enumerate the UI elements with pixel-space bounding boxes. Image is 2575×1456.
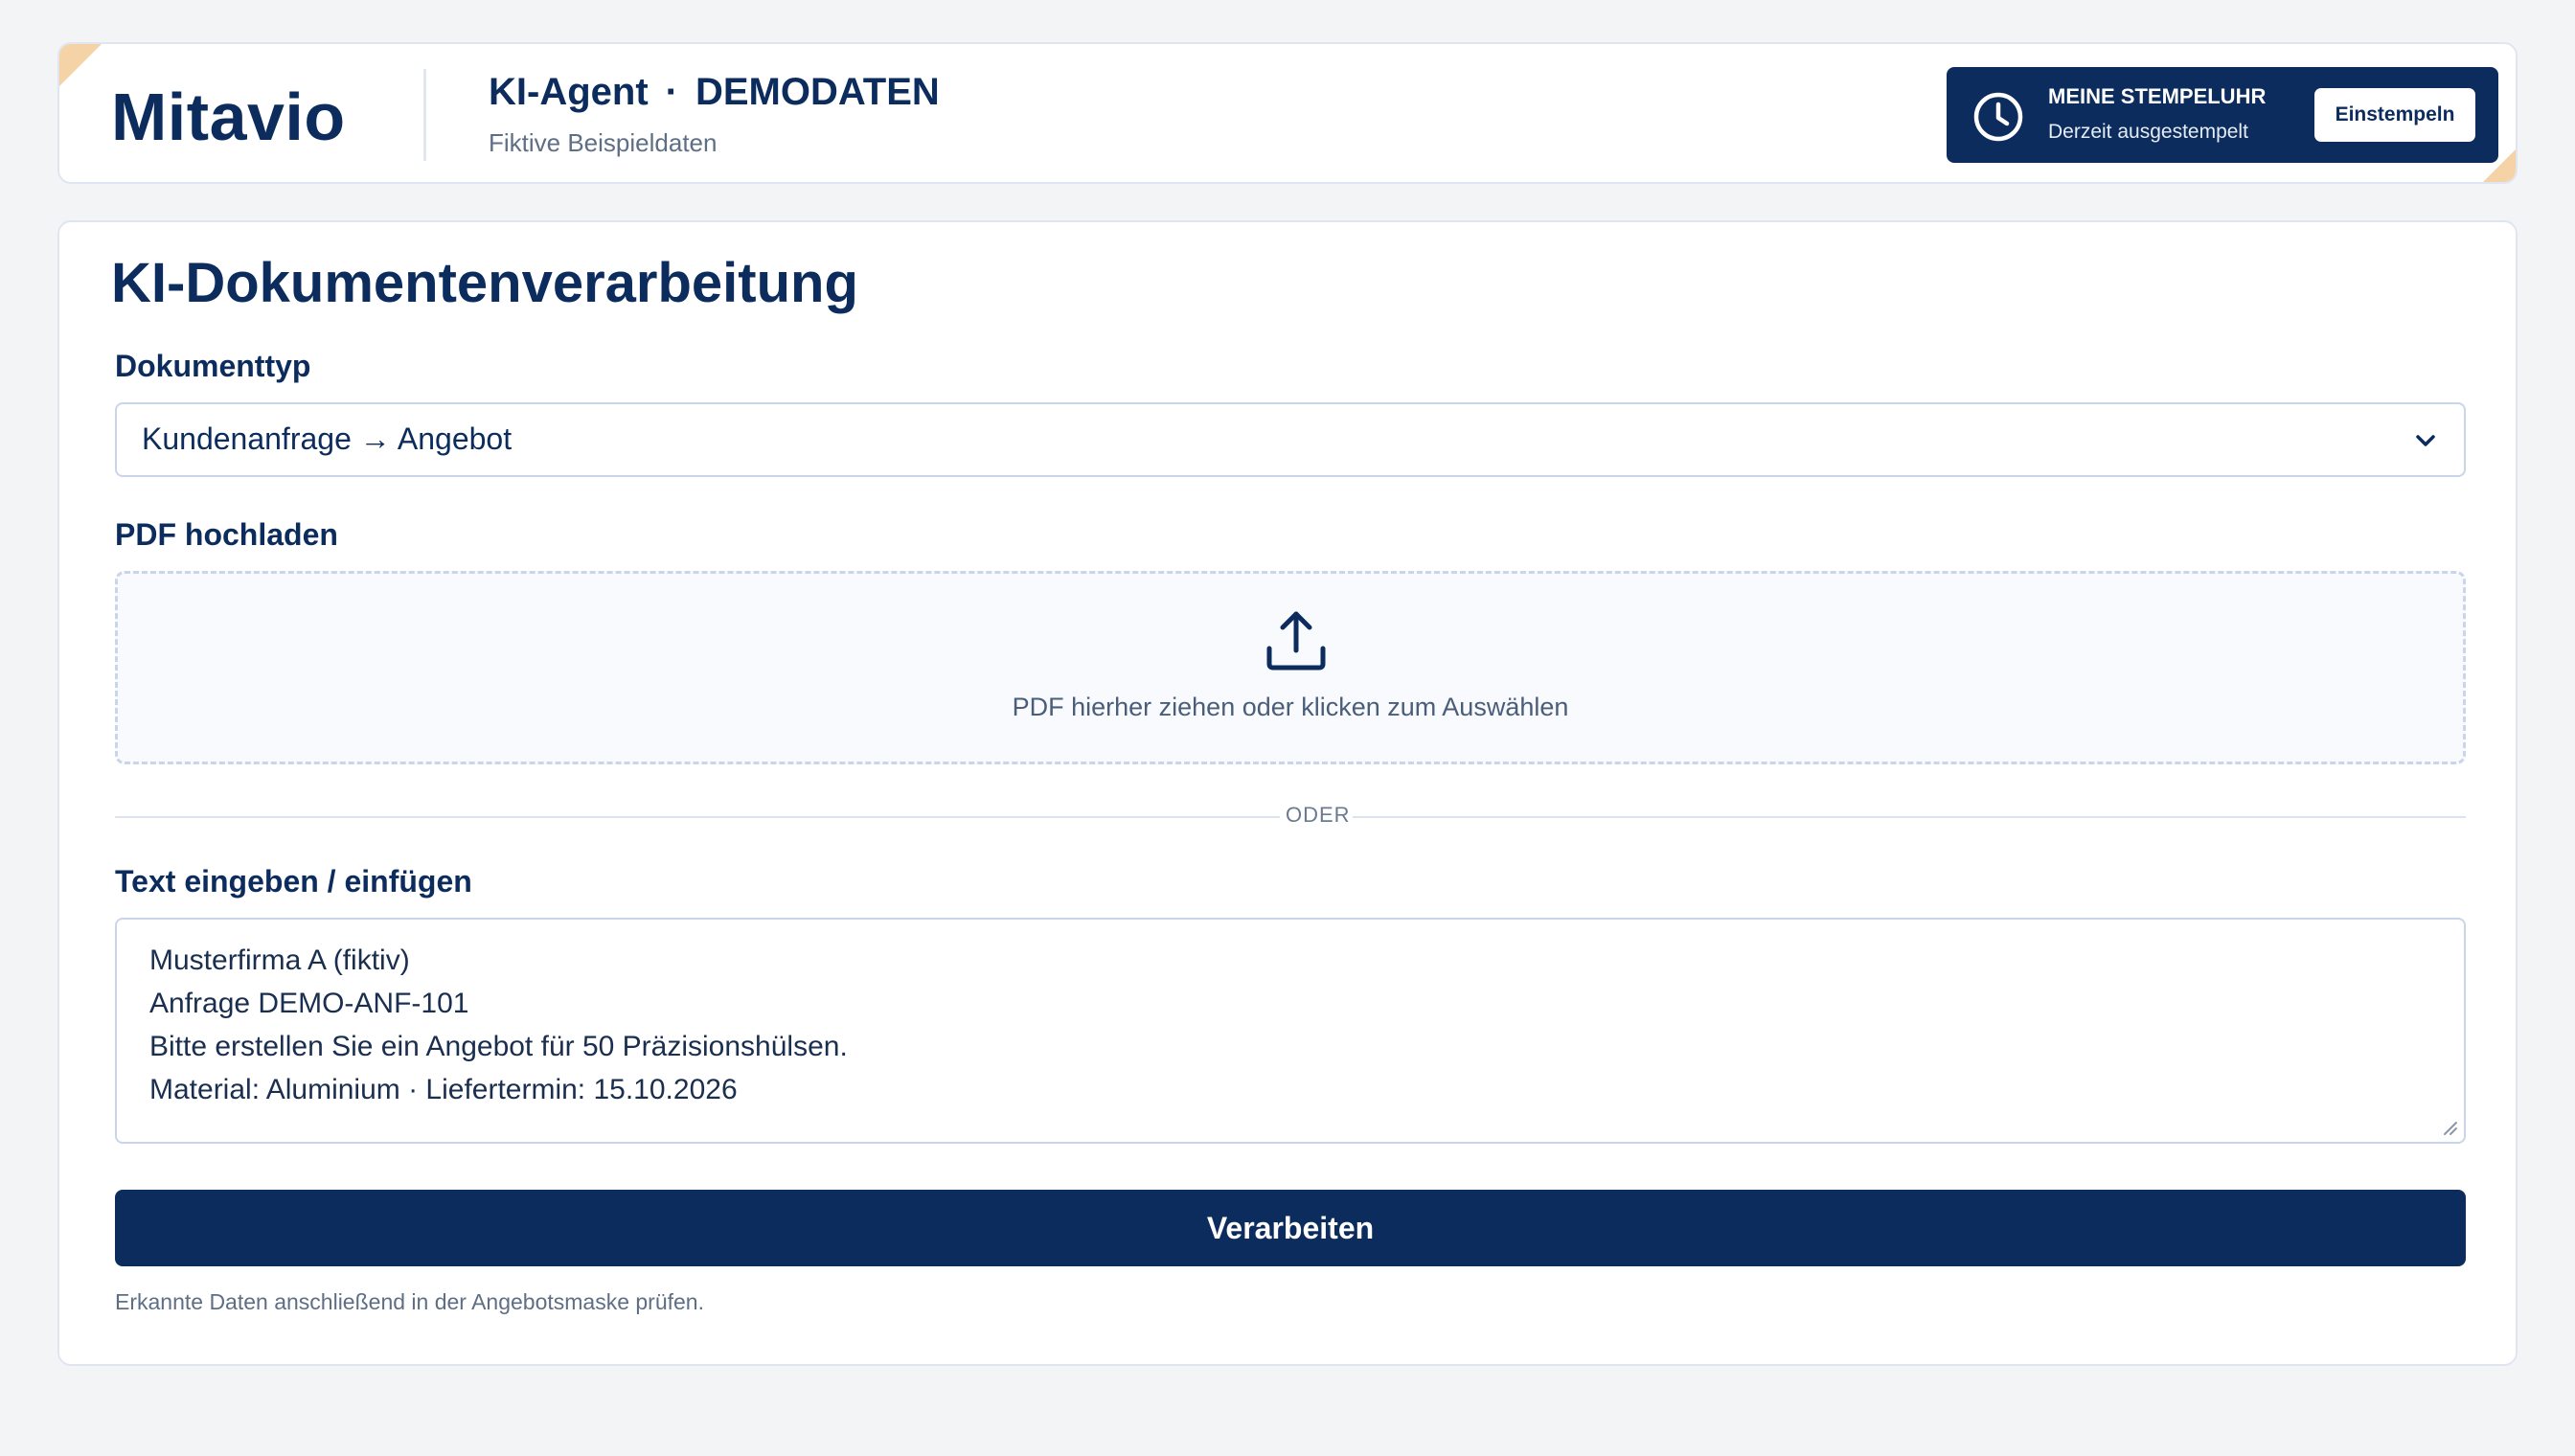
text-input-area[interactable]: Musterfirma A (fiktiv) Anfrage DEMO-ANF-… xyxy=(115,918,2466,1144)
pdf-dropzone[interactable]: PDF hierher ziehen oder klicken zum Ausw… xyxy=(115,571,2466,764)
verarbeiten-button[interactable]: Verarbeiten xyxy=(115,1190,2466,1266)
agent-label: KI-Agent xyxy=(489,71,649,113)
demo-badge: DEMODATEN xyxy=(695,71,940,113)
doc-type-selected-value: Kundenanfrage → Angebot xyxy=(142,421,513,456)
upload-icon xyxy=(1266,611,1326,671)
text-line: Musterfirma A (fiktiv) xyxy=(149,944,410,976)
divider-line xyxy=(1353,816,2466,818)
stempeluhr-widget: MEINE STEMPELUHR Derzeit ausgestempelt E… xyxy=(1947,67,2498,163)
text-line: Bitte erstellen Sie ein Angebot für 50 P… xyxy=(149,1031,848,1062)
divider-line xyxy=(115,816,1280,818)
page-title: KI-Dokumentenverarbeitung xyxy=(111,252,858,314)
doc-type-label: Dokumenttyp xyxy=(115,349,311,383)
agent-title: KI-Agent · DEMODATEN xyxy=(489,71,940,114)
stempeluhr-status: Derzeit ausgestempelt xyxy=(2048,121,2248,143)
text-input-label: Text eingeben / einfügen xyxy=(115,864,472,899)
einstempeln-button[interactable]: Einstempeln xyxy=(2314,88,2475,142)
title-separator: · xyxy=(665,71,678,113)
corner-accent xyxy=(59,44,102,86)
text-line: Anfrage DEMO-ANF-101 xyxy=(149,988,469,1019)
chevron-down-icon xyxy=(2416,435,2435,446)
header-divider xyxy=(423,69,426,161)
text-line: Material: Aluminium · Liefertermin: 15.1… xyxy=(149,1074,738,1105)
or-separator: ODER xyxy=(1286,803,1351,827)
stempeluhr-label: MEINE STEMPELUHR xyxy=(2048,84,2267,108)
upload-label: PDF hochladen xyxy=(115,517,338,552)
doc-type-select[interactable]: Kundenanfrage → Angebot xyxy=(115,402,2466,477)
hint-text: Erkannte Daten anschließend in der Angeb… xyxy=(115,1289,704,1314)
dropzone-text: PDF hierher ziehen oder klicken zum Ausw… xyxy=(1012,693,1569,721)
agent-subtitle: Fiktive Beispieldaten xyxy=(489,128,718,157)
document-processing-card: KI-Dokumentenverarbeitung Dokumenttyp Ku… xyxy=(57,220,2518,1366)
resize-handle-icon[interactable] xyxy=(2441,1119,2458,1136)
app-logo[interactable]: Mitavio xyxy=(111,79,346,155)
app-header: Mitavio KI-Agent · DEMODATEN Fiktive Beisp… xyxy=(57,42,2518,184)
clock-icon xyxy=(1973,92,2023,142)
